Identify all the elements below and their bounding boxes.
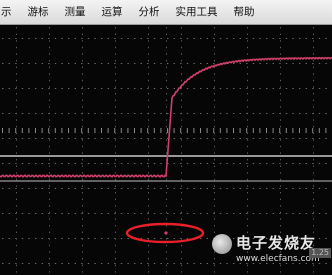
watermark-url: www.elecfans.com — [236, 254, 320, 264]
menu-item-cursor[interactable]: 游标 — [20, 0, 57, 24]
trigger-marker — [164, 231, 168, 235]
menu-item-math[interactable]: 运算 — [94, 0, 131, 24]
menu-item-measure[interactable]: 测量 — [57, 0, 94, 24]
menu-item-utilities[interactable]: 实用工具 — [168, 0, 226, 24]
menu-bar: 示 游标 测量 运算 分析 实用工具 帮助 — [0, 0, 332, 25]
oscilloscope-window: 示 游标 测量 运算 分析 实用工具 帮助 电子发烧友 www.elecfans… — [0, 0, 332, 275]
corner-value-label: 1.25 — [309, 248, 331, 258]
watermark-title: 电子发烧友 — [236, 234, 317, 252]
menu-item-help[interactable]: 帮助 — [226, 0, 263, 24]
menu-item-display[interactable]: 示 — [0, 0, 20, 24]
waveform-trace — [0, 56, 332, 178]
elecfans-logo-icon — [212, 234, 232, 254]
menu-item-analyze[interactable]: 分析 — [131, 0, 168, 24]
